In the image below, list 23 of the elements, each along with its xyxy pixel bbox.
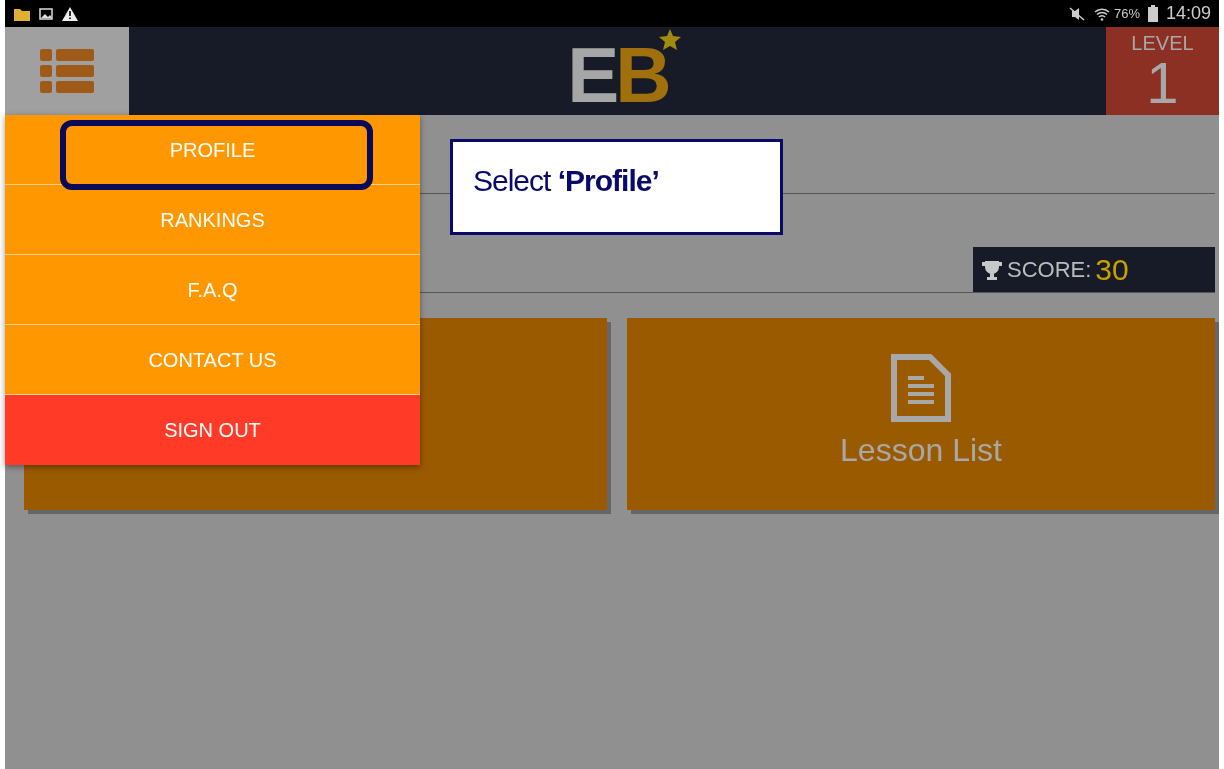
document-icon	[891, 354, 951, 422]
level-value: 1	[1146, 56, 1179, 110]
menu-item[interactable]: RANKINGS	[5, 185, 420, 255]
logo: EB	[567, 28, 668, 114]
clock-time: 14:09	[1165, 2, 1211, 25]
mute-icon	[1067, 6, 1086, 21]
menu-item[interactable]: CONTACT US	[5, 325, 420, 395]
wifi-icon	[1093, 5, 1110, 22]
battery-icon	[1147, 5, 1158, 22]
battery-percent: 76%	[1113, 4, 1140, 23]
warning-icon	[61, 5, 79, 22]
level-label: LEVEL	[1131, 31, 1194, 56]
menu-button[interactable]	[5, 27, 129, 115]
trophy-icon	[981, 258, 1003, 281]
score-label: SCORE:	[1007, 256, 1092, 284]
score-value: 30	[1095, 254, 1129, 285]
card-label: Lesson List	[840, 431, 1002, 470]
menu-item[interactable]: F.A.Q	[5, 255, 420, 325]
menu-item[interactable]: PROFILE	[5, 115, 420, 185]
image-icon	[39, 7, 53, 20]
callout-text: Select ‘Profile’	[450, 139, 783, 235]
menu-item[interactable]: SIGN OUT	[5, 395, 420, 465]
list-icon	[40, 49, 94, 93]
